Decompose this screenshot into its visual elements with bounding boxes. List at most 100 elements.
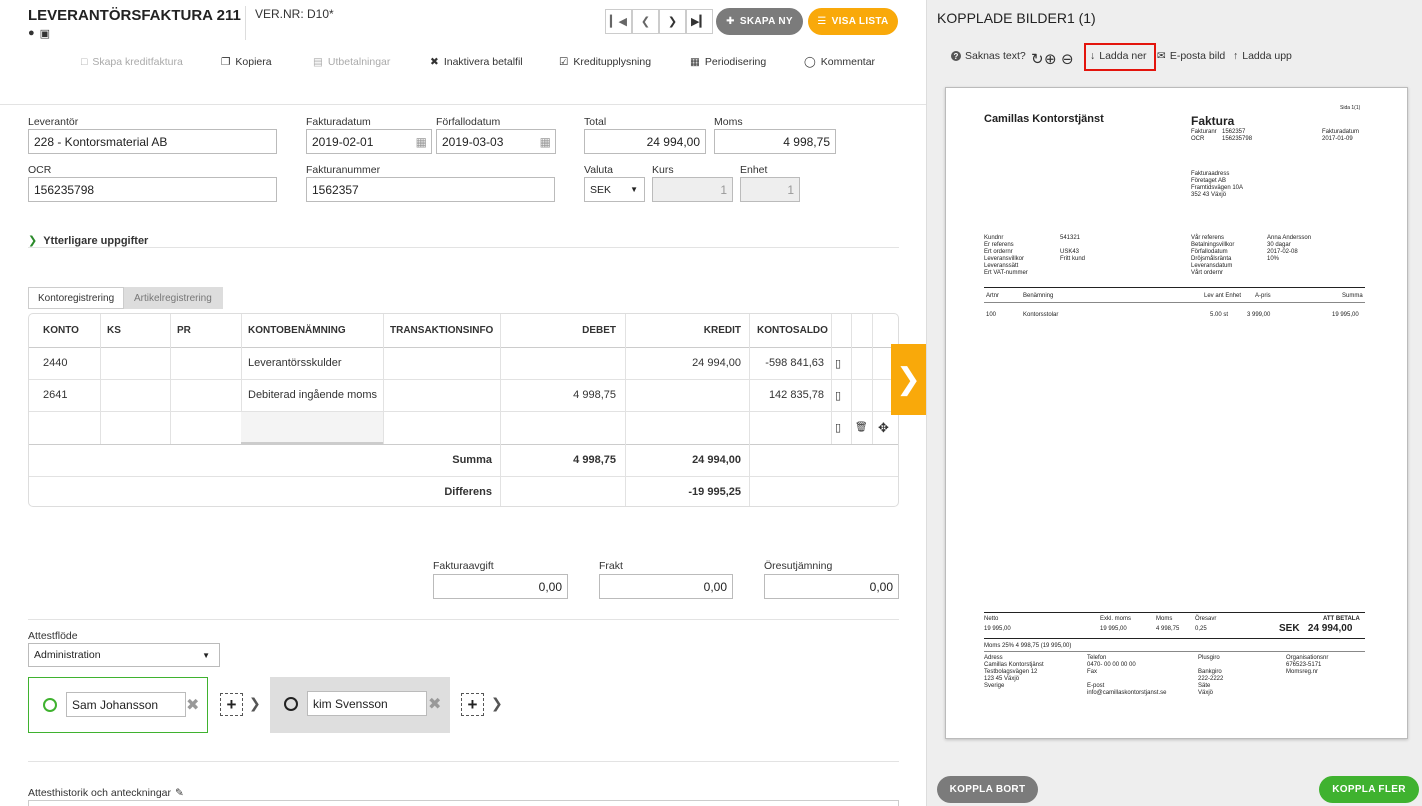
add-attestant-button[interactable]: +: [220, 693, 243, 716]
column-header-transaktionsinfo[interactable]: TRANSAKTIONSINFO: [390, 314, 493, 347]
caret-down-icon: ▼: [202, 650, 210, 660]
attest-step-2: kim Svensson ✖: [270, 677, 450, 733]
prev-page-button[interactable]: ❮: [632, 9, 659, 34]
column-header-kontobenamning[interactable]: KONTOBENÄMNING: [248, 314, 346, 347]
skapa-ny-button[interactable]: ✚ SKAPA NY: [716, 8, 803, 35]
list-icon: ☰: [817, 16, 827, 27]
add-attestant-button[interactable]: +: [461, 693, 484, 716]
last-page-button[interactable]: ▶▎: [686, 9, 713, 34]
inaktivera-betalfil-button[interactable]: ✖ Inaktivera betalfil: [430, 56, 523, 68]
file-icon: □: [81, 56, 88, 68]
notes-field[interactable]: [28, 800, 899, 806]
ladda-upp-button[interactable]: ↑ Ladda upp: [1233, 50, 1292, 62]
document-icon[interactable]: ▯: [835, 411, 841, 444]
document-icon[interactable]: ▯: [835, 347, 841, 379]
rotate-icon[interactable]: ↻: [1031, 50, 1044, 68]
eposta-bild-button[interactable]: ✉ E-posta bild: [1157, 50, 1225, 62]
forfallodatum-field[interactable]: 2019-03-03 ▦: [436, 129, 556, 154]
money-icon: ▤: [313, 56, 323, 68]
moms-field[interactable]: 4 998,75: [714, 129, 836, 154]
kontobenamning-cell[interactable]: Leverantörsskulder: [248, 347, 342, 379]
user-icon[interactable]: ●: [28, 27, 35, 40]
kontobenamning-cell[interactable]: Debiterad ingående moms: [248, 379, 377, 411]
frakt-field[interactable]: 0,00: [599, 574, 733, 599]
attestant-field[interactable]: Sam Johansson: [66, 692, 186, 717]
konto-cell[interactable]: 2440: [43, 347, 67, 379]
summa-kredit: 24 994,00: [692, 454, 741, 466]
invoice-image[interactable]: Sida 1(1) Camillas Kontorstjänst Faktura…: [945, 87, 1408, 739]
checkbox-icon: ☑: [559, 56, 569, 68]
utbetalningar-button[interactable]: ▤ Utbetalningar: [313, 56, 390, 68]
leverantor-field[interactable]: 228 - Kontorsmaterial AB: [28, 129, 277, 154]
fakturanummer-label: Fakturanummer: [306, 164, 381, 176]
debet-cell[interactable]: [500, 347, 616, 379]
image-icon[interactable]: ▣: [40, 27, 50, 40]
column-header-pr[interactable]: PR: [177, 314, 191, 347]
caret-down-icon: ▼: [630, 185, 638, 194]
edit-icon[interactable]: ✎: [175, 787, 184, 799]
chevron-right-icon: ❯: [895, 363, 922, 396]
close-icon: ✖: [430, 56, 439, 68]
total-field[interactable]: 24 994,00: [584, 129, 706, 154]
tab-artikelregistrering[interactable]: Artikelregistrering: [124, 287, 223, 309]
ytterligare-uppgifter-toggle[interactable]: ❯ Ytterligare uppgifter: [28, 234, 148, 248]
kredit-cell[interactable]: [625, 379, 741, 411]
skapa-kreditfaktura-button[interactable]: □ Skapa kreditfaktura: [81, 56, 183, 68]
toggle-panel-button[interactable]: ❯: [891, 344, 926, 415]
leverantor-label: Leverantör: [28, 116, 79, 128]
fakturadatum-label: Fakturadatum: [306, 116, 371, 128]
trash-icon[interactable]: 🗑: [855, 411, 868, 444]
chevron-left-icon: ❮: [640, 16, 651, 28]
remove-icon[interactable]: ✖: [186, 695, 199, 715]
document-icon[interactable]: ▯: [835, 379, 841, 411]
kredit-cell[interactable]: 24 994,00: [625, 347, 741, 379]
move-icon[interactable]: ✥: [878, 411, 889, 444]
konto-grid: KONTO KS PR KONTOBENÄMNING TRANSAKTIONSI…: [28, 313, 899, 507]
last-icon: ▶▎: [691, 16, 708, 28]
kommentar-button[interactable]: ◯ Kommentar: [804, 56, 875, 68]
oresutjamning-label: Öresutjämning: [764, 560, 833, 572]
next-page-button[interactable]: ❯: [659, 9, 686, 34]
zoom-in-icon[interactable]: ⊕: [1044, 50, 1057, 68]
koppla-bort-button[interactable]: KOPPLA BORT: [937, 776, 1038, 803]
kopiera-button[interactable]: ❐ Kopiera: [221, 56, 272, 68]
column-header-kontosaldo[interactable]: KONTOSALDO: [757, 314, 828, 347]
chevron-right-icon: ❯: [28, 235, 38, 247]
enhet-field[interactable]: 1: [740, 177, 800, 202]
fakturaavgift-field[interactable]: 0,00: [433, 574, 568, 599]
calendar-icon[interactable]: ▦: [540, 135, 551, 149]
invoice-heading: Faktura: [1191, 114, 1235, 128]
moms-label: Moms: [714, 116, 743, 128]
page-title: LEVERANTÖRSFAKTURA 211: [28, 7, 241, 24]
attestflode-select[interactable]: Administration ▼: [28, 643, 220, 667]
debet-cell[interactable]: 4 998,75: [500, 379, 616, 411]
remove-icon[interactable]: ✖: [428, 694, 441, 714]
ocr-field[interactable]: 156235798: [28, 177, 277, 202]
ladda-ner-button[interactable]: ↓ Ladda ner: [1090, 50, 1147, 62]
zoom-out-icon[interactable]: ⊖: [1061, 50, 1074, 68]
column-header-kredit[interactable]: KREDIT: [625, 314, 741, 347]
first-page-button[interactable]: ▎◀: [605, 9, 632, 34]
koppla-fler-button[interactable]: KOPPLA FLER: [1319, 776, 1419, 803]
differens-label: Differens: [444, 486, 492, 498]
page-indicator: Sida 1(1): [1340, 105, 1361, 111]
chevron-right-icon: ❯: [249, 695, 261, 711]
column-header-konto[interactable]: KONTO: [43, 314, 79, 347]
konto-cell[interactable]: 2641: [43, 379, 67, 411]
tab-kontoregistrering[interactable]: Kontoregistrering: [28, 287, 124, 309]
column-header-ks[interactable]: KS: [107, 314, 121, 347]
calendar-icon[interactable]: ▦: [416, 135, 427, 149]
fakturanummer-field[interactable]: 1562357: [306, 177, 555, 202]
periodisering-button[interactable]: ▦ Periodisering: [690, 56, 766, 68]
total-label: Total: [584, 116, 607, 128]
kontosaldo-cell: -598 841,63: [765, 357, 824, 369]
attestant-field[interactable]: kim Svensson: [307, 691, 427, 716]
kurs-field[interactable]: 1: [652, 177, 733, 202]
saknas-text-button[interactable]: ? Saknas text?: [951, 50, 1026, 62]
fakturadatum-field[interactable]: 2019-02-01 ▦: [306, 129, 432, 154]
kreditupplysning-button[interactable]: ☑ Kreditupplysning: [559, 56, 651, 68]
valuta-select[interactable]: SEK ▼: [584, 177, 645, 202]
visa-lista-button[interactable]: ☰ VISA LISTA: [808, 8, 898, 35]
column-header-debet[interactable]: DEBET: [500, 314, 616, 347]
oresutjamning-field[interactable]: 0,00: [764, 574, 899, 599]
